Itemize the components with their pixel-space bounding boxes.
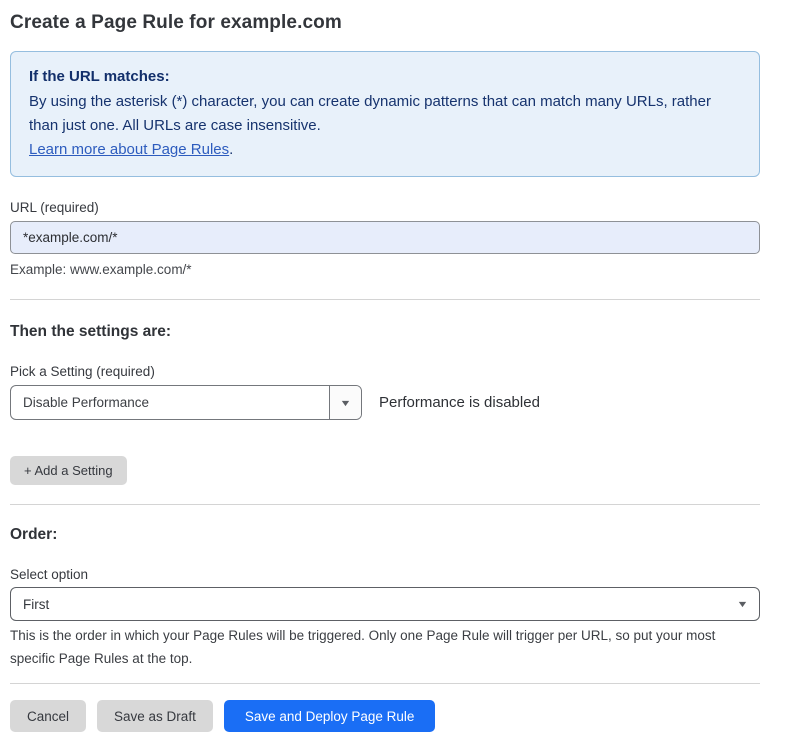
setting-dropdown-arrow-button[interactable]: ▼ — [329, 386, 361, 419]
order-section-heading: Order: — [10, 526, 760, 544]
setting-status-text: Performance is disabled — [379, 394, 540, 411]
divider — [10, 299, 760, 300]
setting-dropdown[interactable]: Disable Performance ▼ — [10, 385, 362, 420]
url-matches-info-box: If the URL matches: By using the asteris… — [10, 51, 760, 177]
cancel-button[interactable]: Cancel — [10, 700, 86, 732]
info-box-body: By using the asterisk (*) character, you… — [29, 90, 741, 138]
info-box-link-line: Learn more about Page Rules. — [29, 138, 741, 162]
order-select-label: Select option — [10, 567, 760, 582]
create-page-rule-panel: Create a Page Rule for example.com If th… — [0, 0, 790, 714]
save-as-draft-button[interactable]: Save as Draft — [97, 700, 213, 732]
url-input[interactable] — [10, 221, 760, 254]
url-field-label: URL (required) — [10, 200, 760, 215]
divider — [10, 504, 760, 505]
info-box-heading: If the URL matches: — [29, 65, 741, 89]
footer-actions: Cancel Save as Draft Save and Deploy Pag… — [10, 700, 760, 732]
order-select-value: First — [23, 597, 738, 612]
pick-setting-label: Pick a Setting (required) — [10, 364, 760, 379]
chevron-down-icon: ▼ — [736, 599, 748, 609]
add-setting-button[interactable]: + Add a Setting — [10, 456, 127, 485]
order-select[interactable]: First ▼ — [10, 587, 760, 621]
divider — [10, 683, 760, 684]
learn-more-link[interactable]: Learn more about Page Rules — [29, 141, 229, 158]
page-title: Create a Page Rule for example.com — [10, 12, 760, 34]
save-and-deploy-button[interactable]: Save and Deploy Page Rule — [224, 700, 436, 732]
setting-dropdown-value: Disable Performance — [11, 386, 329, 419]
url-example-text: Example: www.example.com/* — [10, 262, 760, 277]
chevron-down-icon: ▼ — [339, 398, 351, 408]
link-period: . — [229, 141, 233, 158]
setting-picker-row: Disable Performance ▼ Performance is dis… — [10, 385, 760, 420]
settings-section-heading: Then the settings are: — [10, 323, 760, 341]
order-help-text: This is the order in which your Page Rul… — [10, 625, 750, 670]
